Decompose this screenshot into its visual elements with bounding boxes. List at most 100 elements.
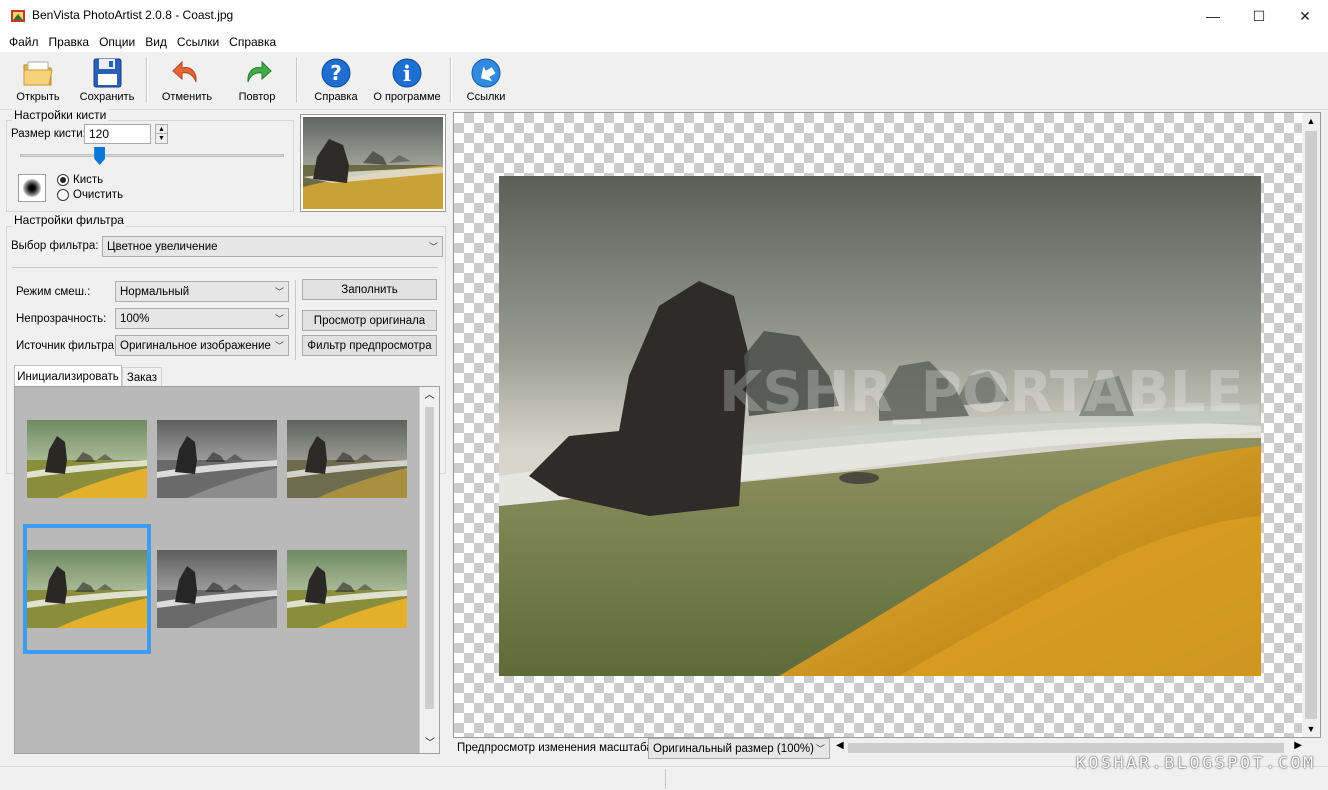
title-bar: BenVista PhotoArtist 2.0.8 - Coast.jpg —… bbox=[0, 0, 1328, 32]
save-button[interactable]: Сохранить bbox=[76, 56, 138, 106]
original-thumbnail[interactable] bbox=[300, 114, 446, 212]
undo-icon bbox=[172, 60, 197, 83]
tab-initialize[interactable]: Инициализировать bbox=[14, 365, 122, 387]
chevron-down-icon: ﹀ bbox=[274, 314, 284, 324]
help-icon: ? bbox=[321, 58, 351, 88]
divider bbox=[295, 280, 296, 360]
menu-file[interactable]: Файл bbox=[4, 35, 44, 49]
about-button[interactable]: i О программе bbox=[372, 56, 442, 106]
filter-source-value: Оригинальное изображение bbox=[120, 339, 271, 352]
links-button[interactable]: Ссылки bbox=[460, 56, 512, 106]
links-label: Ссылки bbox=[466, 91, 506, 103]
save-label: Сохранить bbox=[79, 91, 135, 103]
menu-help[interactable]: Справка bbox=[224, 35, 281, 49]
undo-label: Отменить bbox=[161, 91, 213, 103]
blend-mode-label: Режим смеш.: bbox=[16, 286, 91, 298]
info-icon: i bbox=[392, 58, 422, 88]
preset-thumbnail[interactable] bbox=[157, 550, 277, 628]
scroll-up-icon[interactable]: ▲ bbox=[1302, 113, 1320, 129]
maximize-button[interactable]: ☐ bbox=[1236, 0, 1282, 32]
opacity-value: 100% bbox=[120, 312, 150, 325]
preset-image bbox=[157, 420, 277, 498]
menu-edit[interactable]: Правка bbox=[44, 35, 95, 49]
zoom-select[interactable]: Оригинальный размер (100%) ﹀ bbox=[648, 738, 830, 759]
divider bbox=[12, 267, 438, 268]
tab-order[interactable]: Заказ bbox=[122, 367, 162, 387]
redo-icon bbox=[247, 60, 272, 83]
brush-size-spinner[interactable]: ▲ ▼ bbox=[155, 124, 168, 144]
canvas-hscroll-thumb[interactable] bbox=[848, 743, 1284, 753]
presets-scrollbar-thumb[interactable] bbox=[425, 407, 434, 709]
footer-watermark: KOSHAR.BLOGSPOT.COM bbox=[1076, 753, 1317, 772]
filter-source-label: Источник фильтра: bbox=[16, 340, 118, 352]
svg-text:?: ? bbox=[330, 61, 342, 85]
filter-select-value: Цветное увеличение bbox=[107, 240, 218, 253]
brush-tip-icon bbox=[23, 179, 41, 197]
zoom-label: Предпросмотр изменения масштаба: bbox=[457, 742, 656, 754]
brush-size-input[interactable]: 120 bbox=[84, 124, 151, 144]
filter-settings-title: Настройки фильтра bbox=[12, 213, 126, 227]
chevron-down-icon[interactable]: ﹀ bbox=[420, 735, 440, 753]
fill-button[interactable]: Заполнить bbox=[302, 279, 437, 300]
radio-clear-icon[interactable] bbox=[57, 189, 69, 201]
presets-scrollbar[interactable]: ︿ ﹀ bbox=[419, 387, 439, 753]
globe-link-icon bbox=[471, 58, 501, 88]
preset-image bbox=[287, 420, 407, 498]
radio-brush-label: Кисть bbox=[73, 174, 104, 186]
filter-select[interactable]: Цветное увеличение ﹀ bbox=[102, 236, 443, 257]
redo-button[interactable]: Повтор bbox=[228, 56, 286, 106]
preview-filter-button[interactable]: Фильтр предпросмотра bbox=[302, 335, 437, 356]
open-label: Открыть bbox=[16, 91, 60, 103]
canvas-vertical-scrollbar[interactable]: ▲ ▼ bbox=[1302, 113, 1320, 737]
scroll-left-icon[interactable]: ◀ bbox=[836, 740, 844, 751]
canvas-area: KSHR_PORTABLE ▲ ▼ bbox=[453, 112, 1321, 738]
preset-image bbox=[27, 420, 147, 498]
canvas-vscroll-thumb[interactable] bbox=[1305, 131, 1317, 719]
chevron-down-icon: ﹀ bbox=[428, 242, 438, 252]
radio-brush[interactable]: Кисть bbox=[57, 174, 103, 186]
chevron-up-icon[interactable]: ︿ bbox=[420, 387, 439, 405]
filter-source-select[interactable]: Оригинальное изображение ﹀ bbox=[115, 335, 289, 356]
coast-thumbnail-image bbox=[303, 117, 443, 209]
view-original-button[interactable]: Просмотр оригинала bbox=[302, 310, 437, 331]
presets-panel: ︿ ﹀ bbox=[14, 386, 440, 754]
help-label: Справка bbox=[314, 91, 358, 103]
menu-bar: Файл Правка Опции Вид Ссылки Справка bbox=[0, 32, 1328, 52]
preset-thumbnail[interactable] bbox=[27, 420, 147, 498]
chevron-down-icon: ﹀ bbox=[274, 341, 284, 351]
scroll-down-icon[interactable]: ▼ bbox=[1302, 721, 1320, 737]
blend-mode-value: Нормальный bbox=[120, 285, 190, 298]
menu-links[interactable]: Ссылки bbox=[172, 35, 224, 49]
brush-size-label: Размер кисти: bbox=[11, 128, 86, 140]
opacity-select[interactable]: 100% ﹀ bbox=[115, 308, 289, 329]
radio-clear[interactable]: Очистить bbox=[57, 189, 123, 201]
preset-image bbox=[287, 550, 407, 628]
help-button[interactable]: ? Справка bbox=[306, 56, 366, 106]
preset-thumbnail[interactable] bbox=[287, 550, 407, 628]
close-button[interactable]: ✕ bbox=[1282, 0, 1328, 32]
brush-preview bbox=[18, 174, 46, 202]
menu-options[interactable]: Опции bbox=[94, 35, 140, 49]
app-icon bbox=[11, 10, 25, 22]
open-button[interactable]: Открыть bbox=[10, 56, 66, 106]
spin-up-icon[interactable]: ▲ bbox=[156, 125, 167, 134]
toolbar-separator bbox=[296, 57, 297, 103]
blend-mode-select[interactable]: Нормальный ﹀ bbox=[115, 281, 289, 302]
status-divider bbox=[665, 769, 666, 789]
status-bar: KOSHAR.BLOGSPOT.COM bbox=[0, 753, 1328, 790]
undo-button[interactable]: Отменить bbox=[156, 56, 218, 106]
preset-thumbnail[interactable] bbox=[287, 420, 407, 498]
toolbar: Открыть Сохранить Отменить Повтор ? Спра… bbox=[0, 52, 1328, 110]
floppy-disk-icon bbox=[93, 58, 122, 88]
menu-view[interactable]: Вид bbox=[140, 35, 172, 49]
spin-down-icon[interactable]: ▼ bbox=[156, 134, 167, 143]
svg-text:i: i bbox=[403, 61, 411, 86]
brush-size-slider-track[interactable] bbox=[20, 154, 284, 157]
minimize-button[interactable]: — bbox=[1190, 0, 1236, 32]
scroll-right-icon[interactable]: ▶ bbox=[1294, 740, 1302, 751]
preset-selection-frame bbox=[23, 524, 151, 654]
filter-select-label: Выбор фильтра: bbox=[11, 240, 99, 252]
radio-brush-icon[interactable] bbox=[57, 174, 69, 186]
preview-image[interactable]: KSHR_PORTABLE bbox=[499, 176, 1261, 676]
preset-thumbnail[interactable] bbox=[157, 420, 277, 498]
